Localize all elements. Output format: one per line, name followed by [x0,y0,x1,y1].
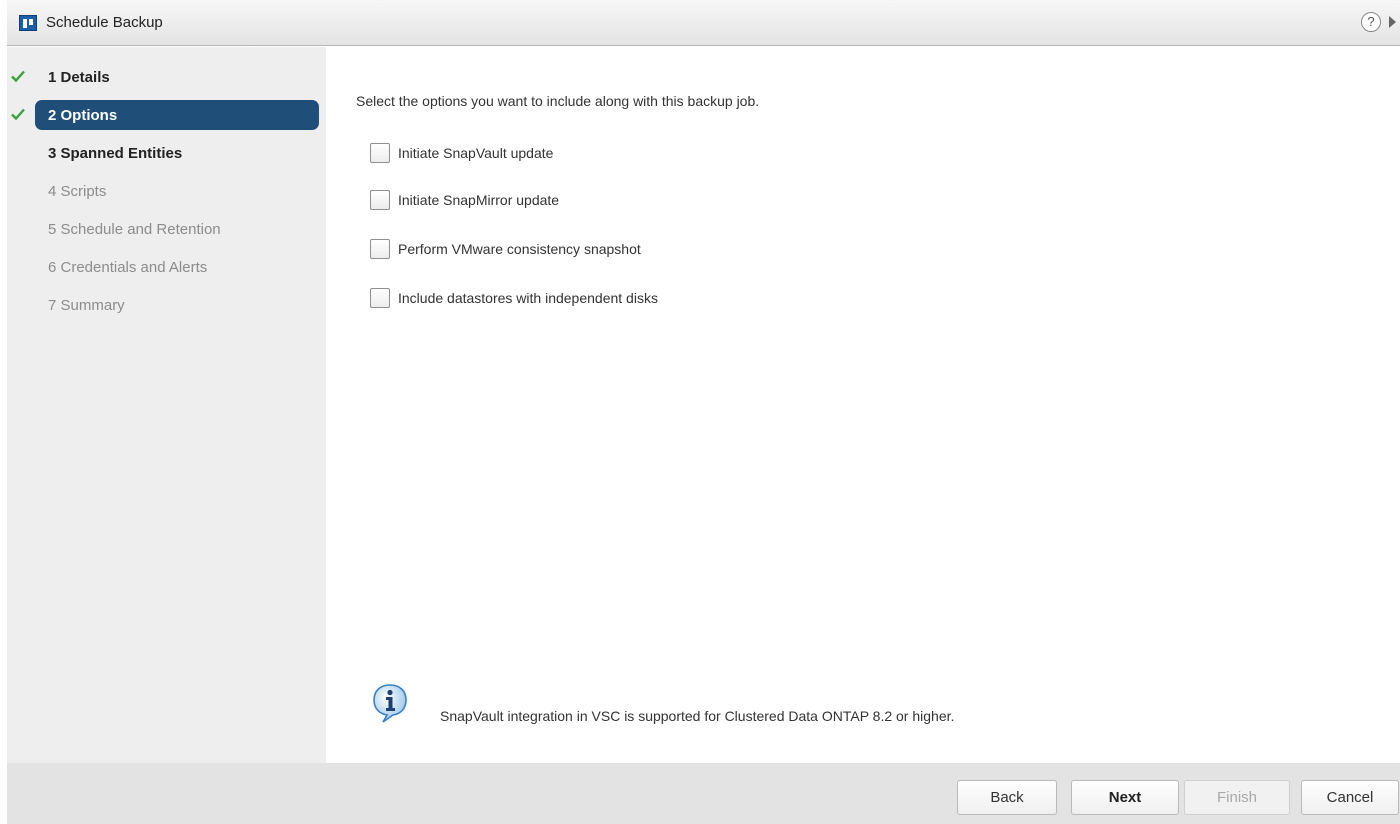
include-independent-disks-checkbox[interactable] [370,288,390,308]
window-title: Schedule Backup [46,14,163,31]
step-label: 2 Options [48,107,118,124]
check-icon [11,108,25,121]
step-label: 6 Credentials and Alerts [48,259,208,276]
snapvault-update-checkbox[interactable] [370,143,390,163]
step-schedule-and-retention: 5 Schedule and Retention [7,214,326,244]
step-label: 3 Spanned Entities [48,145,183,162]
info-icon [373,684,407,723]
wizard-steps-sidebar: 1 Details 2 Options 3 Spanned Entities 4… [7,47,326,763]
intro-text: Select the options you want to include a… [356,93,760,109]
vsc-app-icon [19,15,37,31]
wizard-footer: Back Next Finish Cancel [7,763,1400,824]
chevron-right-icon[interactable] [1389,16,1396,28]
cancel-button[interactable]: Cancel [1301,780,1399,815]
step-label: 5 Schedule and Retention [48,221,221,238]
option-label: Perform VMware consistency snapshot [398,241,641,257]
title-bar: Schedule Backup ? [7,0,1400,46]
options-panel: Select the options you want to include a… [326,47,1400,763]
option-label: Initiate SnapMirror update [398,192,560,208]
back-button[interactable]: Back [957,780,1057,815]
check-icon [11,70,25,83]
snapmirror-update-checkbox[interactable] [370,190,390,210]
next-button[interactable]: Next [1071,780,1179,815]
vmware-consistency-snapshot-checkbox[interactable] [370,239,390,259]
option-label: Initiate SnapVault update [398,145,554,161]
step-details[interactable]: 1 Details [7,62,326,92]
step-options[interactable]: 2 Options [7,100,326,130]
step-summary: 7 Summary [7,290,326,320]
step-label: 4 Scripts [48,183,107,200]
step-spanned-entities[interactable]: 3 Spanned Entities [7,138,326,168]
finish-button: Finish [1184,780,1290,815]
help-icon[interactable]: ? [1361,12,1381,32]
step-credentials-and-alerts: 6 Credentials and Alerts [7,252,326,282]
option-label: Include datastores with independent disk… [398,290,658,306]
step-label: 1 Details [48,69,110,86]
step-label: 7 Summary [48,297,125,314]
info-message: SnapVault integration in VSC is supporte… [440,708,955,724]
step-scripts: 4 Scripts [7,176,326,206]
